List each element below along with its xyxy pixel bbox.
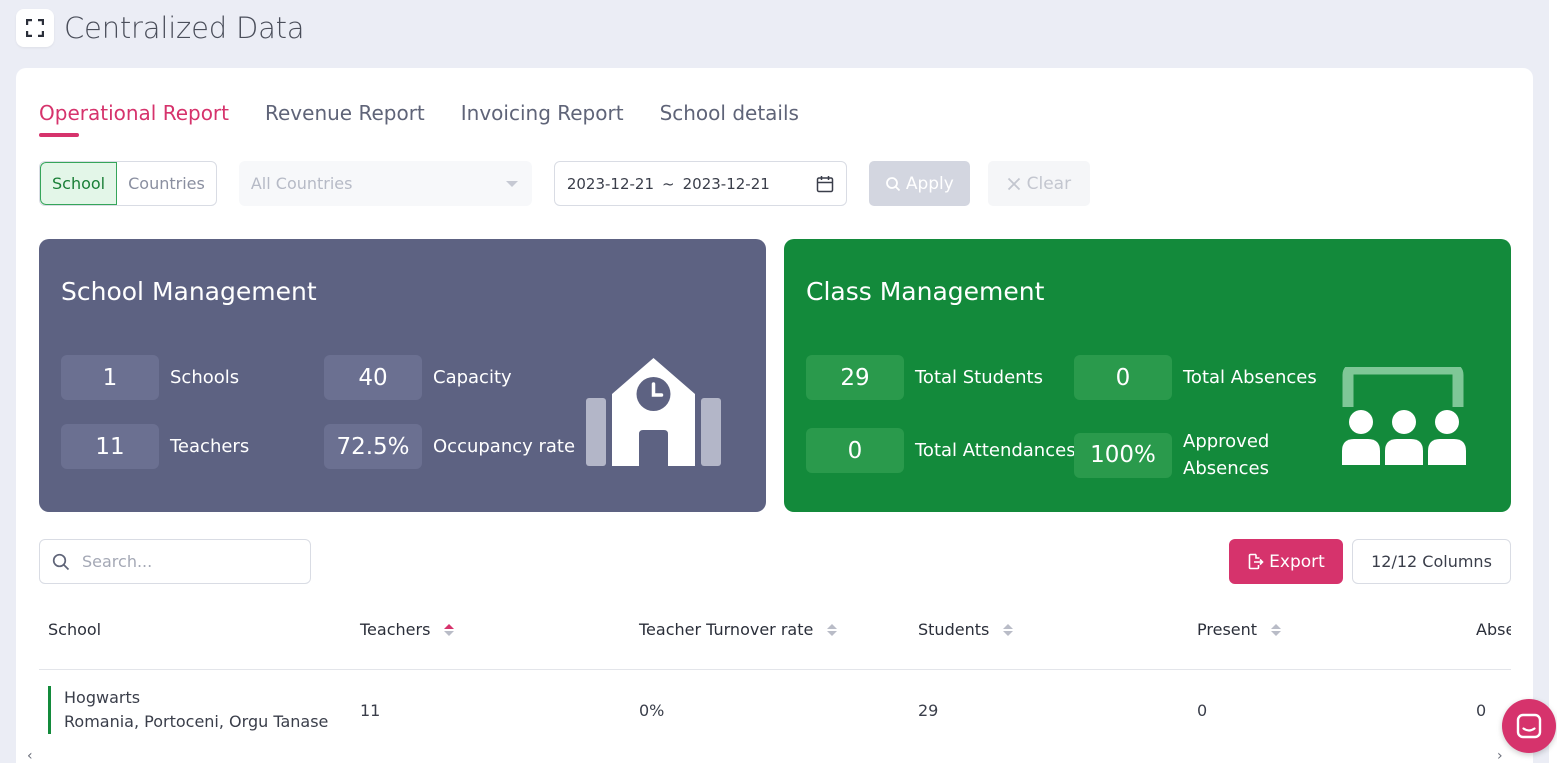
cell-absent: 0: [1476, 701, 1487, 720]
search-icon: [885, 176, 900, 191]
search-input[interactable]: [82, 552, 282, 571]
stat-value: 100%: [1074, 432, 1172, 478]
school-building-icon: [586, 358, 721, 466]
class-management-title: Class Management: [806, 277, 1045, 306]
stat-label: Total Attendances: [915, 440, 1076, 461]
window-edge: [1549, 0, 1557, 763]
tab-invoicing-report[interactable]: Invoicing Report: [461, 101, 624, 135]
page-title: Centralized Data: [64, 11, 305, 45]
stat-value: 29: [806, 355, 904, 400]
segment-countries[interactable]: Countries: [117, 162, 216, 205]
class-management-panel: Class Management 29 Total Students 0 Tot…: [784, 239, 1511, 512]
stat-capacity: 40 Capacity: [324, 355, 512, 400]
stat-value: 40: [324, 355, 422, 400]
search-icon: [52, 553, 70, 570]
expand-icon: [26, 19, 44, 37]
school-cell: Hogwarts Romania, Portoceni, Orgu Tanase: [48, 686, 328, 734]
school-management-title: School Management: [61, 277, 317, 306]
sort-icon[interactable]: [827, 623, 838, 636]
scroll-right-arrow-icon[interactable]: ›: [1497, 748, 1503, 763]
table-header: School Teachers Teacher Turnover rate St…: [39, 598, 1511, 670]
stat-value: 1: [61, 355, 159, 400]
fullscreen-button[interactable]: [16, 9, 54, 47]
sort-icon[interactable]: [1271, 623, 1282, 636]
sort-icon[interactable]: [444, 623, 455, 636]
sort-icon[interactable]: [1003, 623, 1014, 636]
stat-label: Occupancy rate: [433, 436, 576, 457]
stat-value: 11: [61, 424, 159, 469]
cell-teachers: 11: [360, 701, 381, 720]
search-box[interactable]: [39, 539, 311, 584]
date-separator: ~: [662, 174, 675, 193]
stat-value: 0: [806, 428, 904, 473]
stat-value: 72.5%: [324, 424, 422, 469]
stat-schools: 1 Schools: [61, 355, 239, 400]
cell-present: 0: [1197, 701, 1208, 720]
cell-turnover: 0%: [639, 701, 665, 720]
column-header-teachers[interactable]: Teachers: [360, 620, 455, 639]
report-tabs: Operational Report Revenue Report Invoic…: [39, 101, 835, 137]
tab-revenue-report[interactable]: Revenue Report: [265, 101, 425, 135]
column-header-school[interactable]: School: [48, 620, 101, 639]
scope-segmented-control: School Countries: [39, 161, 217, 206]
top-bar: Centralized Data: [16, 9, 305, 47]
country-select-value: All Countries: [250, 174, 353, 193]
classroom-icon: [1342, 367, 1466, 465]
operational-table: School Teachers Teacher Turnover rate St…: [39, 598, 1511, 758]
stat-teachers: 11 Teachers: [61, 424, 249, 469]
school-name: Hogwarts: [64, 688, 141, 707]
column-header-turnover[interactable]: Teacher Turnover rate: [639, 620, 838, 639]
cell-students: 29: [918, 701, 939, 720]
chat-launcher-button[interactable]: [1502, 699, 1556, 753]
apply-button[interactable]: Apply: [868, 161, 970, 206]
tab-operational-report[interactable]: Operational Report: [39, 101, 229, 137]
calendar-icon: [816, 175, 834, 192]
clear-button[interactable]: Clear: [987, 161, 1090, 206]
column-header-present[interactable]: Present: [1197, 620, 1282, 639]
apply-label: Apply: [905, 173, 954, 194]
school-management-panel: School Management 1 Schools 40 Capacity …: [39, 239, 766, 512]
date-end: 2023-12-21: [682, 174, 770, 193]
country-select[interactable]: All Countries: [238, 161, 532, 206]
stat-total-absences: 0 Total Absences: [1074, 355, 1317, 400]
stat-total-students: 29 Total Students: [806, 355, 1043, 400]
column-header-absent[interactable]: Abse: [1476, 620, 1511, 639]
scroll-left-arrow-icon[interactable]: ‹: [27, 748, 33, 763]
stat-label: Total Absences: [1183, 367, 1317, 388]
column-header-students[interactable]: Students: [918, 620, 1014, 639]
stat-value: 0: [1074, 355, 1172, 400]
segment-school[interactable]: School: [40, 162, 118, 205]
date-range-text: 2023-12-21 ~ 2023-12-21: [567, 175, 770, 193]
stat-label: Approved Absences: [1183, 431, 1270, 479]
table-row[interactable]: Hogwarts Romania, Portoceni, Orgu Tanase…: [39, 670, 1511, 750]
chevron-down-icon: [505, 180, 518, 187]
clear-label: Clear: [1026, 173, 1072, 194]
stat-label: Capacity: [433, 367, 512, 388]
stat-label: Total Students: [915, 367, 1043, 388]
date-range-picker[interactable]: 2023-12-21 ~ 2023-12-21: [553, 161, 847, 206]
close-icon: [1007, 177, 1020, 190]
export-label: Export: [1269, 551, 1325, 572]
columns-toggle-button[interactable]: 12/12 Columns: [1352, 539, 1511, 584]
stat-approved-absences: 100% Approved Absences: [1074, 428, 1303, 482]
school-location: Romania, Portoceni, Orgu Tanase: [64, 712, 329, 731]
chat-icon: [1516, 713, 1542, 739]
tab-school-details[interactable]: School details: [660, 101, 799, 135]
date-start: 2023-12-21: [566, 174, 655, 193]
stat-occupancy-rate: 72.5% Occupancy rate: [324, 424, 575, 469]
export-button[interactable]: Export: [1229, 539, 1343, 584]
stat-label: Teachers: [170, 436, 250, 457]
export-file-icon: [1248, 553, 1264, 570]
stat-label: Schools: [170, 367, 240, 388]
stat-total-attendances: 0 Total Attendances: [806, 428, 1076, 473]
main-card: Operational Report Revenue Report Invoic…: [16, 68, 1533, 763]
filter-bar: School Countries All Countries 2023-12-2…: [39, 161, 1090, 206]
